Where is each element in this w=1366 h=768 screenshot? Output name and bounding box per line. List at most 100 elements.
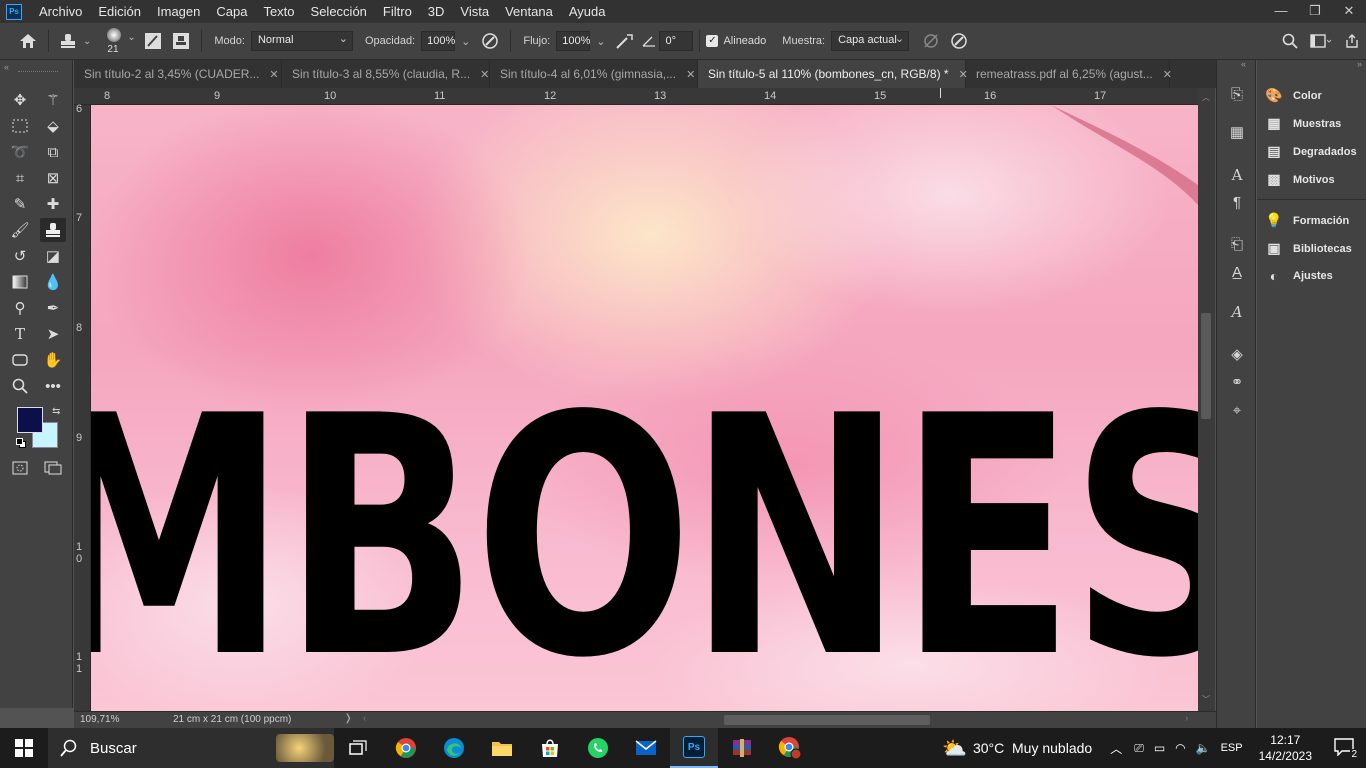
flow-dropdown-icon[interactable]: ⌄ [596, 35, 605, 48]
eraser-tool-icon[interactable]: ◪ [40, 244, 66, 268]
clone-source-panel-icon[interactable]: ⎗ [1225, 232, 1249, 256]
show-hidden-icons-icon[interactable]: ︿ [1110, 740, 1122, 757]
whatsapp-icon[interactable] [574, 728, 622, 768]
swap-colors-icon[interactable]: ⇆ [52, 406, 60, 417]
share-icon[interactable] [1338, 27, 1366, 55]
notifications-icon[interactable]: 2 [1334, 738, 1358, 760]
clock[interactable]: 12:17 14/2/2023 [1259, 732, 1312, 764]
history-panel-icon[interactable]: ⎘ [1225, 82, 1249, 106]
flow-field[interactable]: 100% [556, 31, 590, 51]
magic-wand-tool-icon[interactable]: ⚚ [40, 88, 66, 112]
vertical-scroll-thumb[interactable] [1201, 313, 1211, 419]
chrome-icon[interactable] [382, 728, 430, 768]
battery-icon[interactable]: ▭ [1154, 741, 1165, 755]
glyphs-panel-icon[interactable]: A [1225, 300, 1249, 324]
character-panel-icon[interactable]: A [1225, 163, 1249, 187]
panel-ajustes[interactable]: ◐ Ajustes [1265, 268, 1333, 284]
collapse-left-icon[interactable]: « [4, 62, 9, 72]
pen-tool-icon[interactable]: ✒ [40, 296, 66, 320]
document-canvas[interactable]: MBONES_CN [91, 105, 1198, 711]
scroll-up-icon[interactable]: ︿ [1202, 92, 1210, 103]
horizontal-scroll-thumb[interactable] [724, 715, 930, 725]
close-tab-icon[interactable]: ✕ [686, 68, 695, 81]
menu-archivo[interactable]: Archivo [31, 0, 90, 23]
layers-panel-icon[interactable]: ◈ [1225, 342, 1249, 366]
photoshop-logo[interactable]: Ps [6, 3, 22, 20]
mail-icon[interactable] [622, 728, 670, 768]
winrar-icon[interactable] [718, 728, 766, 768]
tab-sin-titulo-4[interactable]: Sin título-4 al 6,01% (gimnasia,... ✕ [490, 60, 698, 88]
character-styles-icon[interactable]: A̲ [1225, 260, 1249, 284]
menu-imagen[interactable]: Imagen [149, 0, 208, 23]
menu-texto[interactable]: Texto [255, 0, 302, 23]
home-icon[interactable] [14, 27, 42, 55]
scroll-left-icon[interactable]: ‹ [363, 713, 366, 724]
panel-motivos[interactable]: ▩ Motivos [1265, 171, 1334, 188]
task-view-icon[interactable] [334, 728, 382, 768]
move-tool-icon[interactable]: ✥ [7, 88, 33, 112]
close-tab-icon[interactable]: ✕ [1163, 68, 1172, 81]
restore-button[interactable]: ❐ [1298, 0, 1332, 23]
minimize-button[interactable]: — [1264, 0, 1298, 23]
mode-dropdown[interactable]: Normal [250, 31, 353, 51]
frame-tool-icon[interactable]: ⊠ [40, 166, 66, 190]
workspace-icon[interactable] [1304, 27, 1338, 55]
opacity-dropdown-icon[interactable]: ⌄ [461, 35, 470, 48]
tab-sin-titulo-2[interactable]: Sin título-2 al 3,45% (CUADER... ✕ [74, 60, 282, 88]
airbrush-icon[interactable] [611, 27, 639, 55]
language-indicator[interactable]: ESP [1221, 742, 1243, 754]
microsoft-store-icon[interactable] [526, 728, 574, 768]
history-brush-tool-icon[interactable]: ↺ [7, 244, 33, 268]
opacity-field[interactable]: 100% [421, 31, 455, 51]
photoshop-taskbar-icon[interactable]: Ps [670, 728, 718, 768]
hand-tool-icon[interactable]: ✋ [40, 348, 66, 372]
clone-stamp-preset-icon[interactable] [55, 27, 83, 55]
menu-ayuda[interactable]: Ayuda [561, 0, 614, 23]
volume-icon[interactable]: 🔈 [1196, 741, 1211, 755]
pressure-size-icon[interactable] [945, 27, 973, 55]
windows-start-icon[interactable] [0, 728, 48, 768]
brush-settings-icon[interactable] [139, 27, 167, 55]
eyedropper-tool-icon[interactable]: ✎ [7, 192, 33, 216]
clone-stamp-tool-icon[interactable] [40, 218, 66, 242]
healing-brush-tool-icon[interactable]: ✚ [40, 192, 66, 216]
zoom-level[interactable]: 109,71% [80, 714, 119, 725]
menu-edicion[interactable]: Edición [90, 0, 149, 23]
panel-color[interactable]: 🎨 Color [1265, 87, 1321, 104]
panel-degradados[interactable]: ▤ Degradados [1265, 143, 1356, 160]
menu-3d[interactable]: 3D [420, 0, 453, 23]
channels-panel-icon[interactable]: ⚭ [1225, 370, 1249, 394]
default-colors-icon[interactable] [16, 438, 26, 448]
marquee-tool-icon[interactable] [7, 114, 33, 138]
menu-vista[interactable]: Vista [452, 0, 497, 23]
rectangle-tool-icon[interactable] [7, 348, 33, 372]
file-explorer-icon[interactable] [478, 728, 526, 768]
zoom-tool-icon[interactable] [7, 374, 33, 398]
brush-preset-picker[interactable]: 21 ⌄ [101, 24, 139, 58]
ignore-adjustment-layers-icon[interactable] [917, 27, 945, 55]
close-button[interactable]: ✕ [1332, 0, 1366, 23]
menu-capa[interactable]: Capa [208, 0, 255, 23]
tab-sin-titulo-5[interactable]: Sin título-5 al 110% (bombones_cn, RGB/8… [698, 60, 968, 88]
crop-tool-icon[interactable]: ⌗ [7, 166, 33, 190]
expand-panels-icon[interactable]: » [1357, 59, 1362, 69]
properties-panel-icon[interactable]: ▦ [1225, 120, 1249, 144]
angle-field[interactable]: 0° [659, 31, 694, 51]
blur-tool-icon[interactable]: 💧 [40, 270, 66, 294]
edge-icon[interactable] [430, 728, 478, 768]
search-icon[interactable] [1276, 27, 1304, 55]
object-selection-tool-icon[interactable]: ⬙ [40, 114, 66, 138]
panel-formacion[interactable]: 💡 Formación [1265, 212, 1349, 229]
type-tool-icon[interactable]: T [7, 322, 33, 346]
foreground-color-swatch[interactable] [17, 407, 43, 433]
taskbar-search[interactable]: Buscar [48, 728, 334, 768]
aligned-checkbox[interactable]: ✓ [706, 35, 719, 47]
paragraph-panel-icon[interactable]: ¶ [1225, 190, 1249, 214]
pressure-opacity-icon[interactable] [476, 27, 504, 55]
sample-dropdown[interactable]: Capa actual [831, 31, 910, 51]
collapse-dock-icon[interactable]: « [1241, 59, 1246, 69]
clone-source-icon[interactable] [167, 27, 195, 55]
screen-mode-icon[interactable] [40, 456, 66, 480]
menu-seleccion[interactable]: Selección [303, 0, 375, 23]
scroll-right-icon[interactable]: › [1185, 713, 1188, 724]
